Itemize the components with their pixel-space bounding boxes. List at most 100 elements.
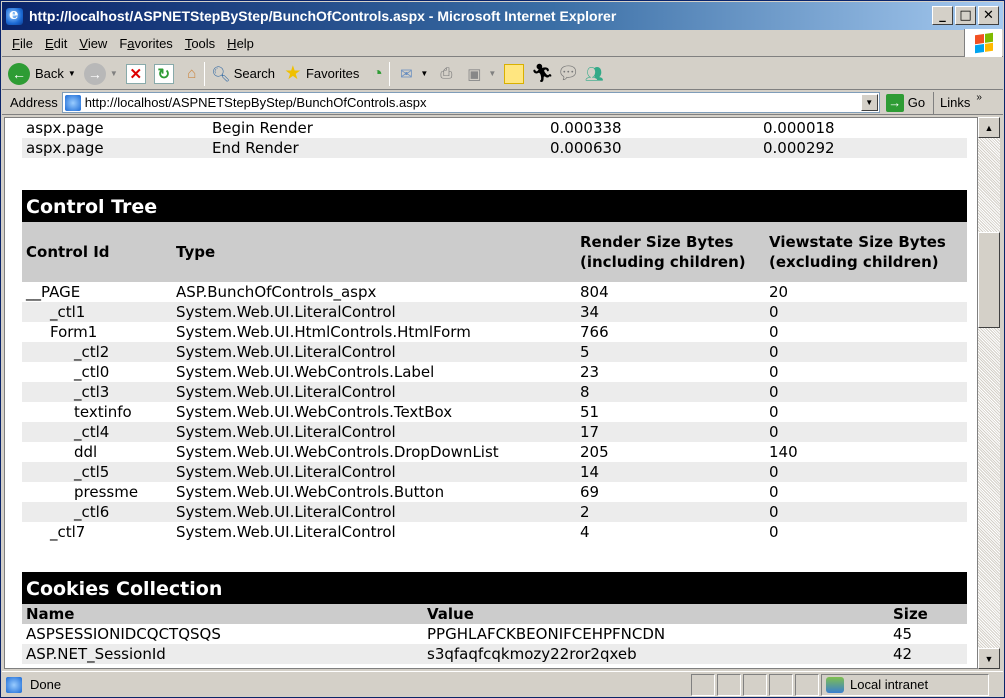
- table-row: aspx.page End Render 0.000630 0.000292: [22, 138, 967, 158]
- table-row: _ctl0 System.Web.UI.WebControls.Label 23 0: [22, 362, 967, 382]
- history-icon[interactable]: ◔: [367, 63, 387, 84]
- star-icon: ★: [284, 63, 302, 84]
- table-row: _ctl5 System.Web.UI.LiteralControl 14 0: [22, 462, 967, 482]
- control-type: System.Web.UI.HtmlControls.HtmlForm: [176, 323, 471, 341]
- table-row: ddl System.Web.UI.WebControls.DropDownLis…: [22, 442, 967, 462]
- control-viewstate: 0: [769, 363, 779, 381]
- control-id: _ctl4: [74, 423, 110, 441]
- address-label: Address: [10, 95, 58, 110]
- search-icon: 🔍︎: [211, 65, 231, 83]
- table-row: _ctl2 System.Web.UI.LiteralControl 5 0: [22, 342, 967, 362]
- control-type: System.Web.UI.LiteralControl: [176, 343, 396, 361]
- aim-runner-icon[interactable]: 🏃︎: [531, 63, 554, 84]
- control-render: 17: [580, 423, 600, 441]
- control-render: 69: [580, 483, 600, 501]
- control-id: _ctl2: [74, 343, 110, 361]
- menu-view[interactable]: View: [79, 36, 107, 51]
- control-render: 8: [580, 383, 590, 401]
- forward-button[interactable]: → ▼: [83, 62, 118, 85]
- scroll-up-button[interactable]: ▲: [978, 117, 1000, 138]
- print-icon[interactable]: ⎙: [436, 64, 456, 84]
- control-viewstate: 0: [769, 523, 779, 541]
- control-id: _ctl3: [74, 383, 110, 401]
- control-type: System.Web.UI.LiteralControl: [176, 503, 396, 521]
- control-tree-title: Control Tree: [22, 190, 967, 222]
- control-id: _ctl5: [74, 463, 110, 481]
- control-id: _ctl1: [50, 303, 86, 321]
- control-viewstate: 0: [769, 403, 779, 421]
- page-status-icon: [6, 676, 22, 693]
- windows-logo-icon: [964, 29, 1002, 57]
- window-title: http://localhost/ASPNETStepByStep/BunchO…: [29, 8, 617, 24]
- control-type: System.Web.UI.WebControls.Button: [176, 483, 445, 501]
- control-type: ASP.BunchOfControls_aspx: [176, 283, 377, 301]
- edit-dropdown-icon[interactable]: ▼: [488, 69, 496, 78]
- note-icon[interactable]: [504, 63, 525, 84]
- control-viewstate: 0: [769, 383, 779, 401]
- address-input[interactable]: http://localhost/ASPNETStepByStep/BunchO…: [61, 92, 880, 113]
- menu-edit[interactable]: Edit: [45, 36, 67, 51]
- control-id: _ctl0: [74, 363, 110, 381]
- messenger-icon[interactable]: 👥︎: [584, 64, 604, 84]
- control-id: ddl: [74, 443, 98, 461]
- back-button[interactable]: ← Back ▼: [8, 62, 76, 85]
- page-content: aspx.page aspx.pageBegin Render0.0003380…: [4, 117, 978, 669]
- browser-window: http://localhost/ASPNETStepByStep/BunchO…: [0, 0, 1005, 698]
- back-arrow-icon: ←: [8, 62, 30, 85]
- table-header: Control Id Type Render Size Bytes (inclu…: [22, 222, 967, 282]
- forward-arrow-icon: →: [83, 62, 106, 85]
- address-dropdown-button[interactable]: ▼: [860, 94, 878, 111]
- control-viewstate: 0: [769, 483, 779, 501]
- forward-dropdown-icon[interactable]: ▼: [110, 69, 118, 78]
- table-row: ASP.NET_SessionId s3qfaqfcqkmozy22ror2qxe…: [22, 644, 967, 664]
- discuss-icon[interactable]: 💬︎: [557, 63, 580, 84]
- mail-icon[interactable]: ✉: [396, 64, 416, 84]
- back-dropdown-icon[interactable]: ▼: [68, 69, 76, 78]
- minimize-button[interactable]: _: [932, 6, 953, 25]
- vertical-scrollbar[interactable]: ▲ ▼: [978, 117, 1000, 669]
- control-id: __PAGE: [26, 283, 81, 301]
- menu-file[interactable]: File: [12, 36, 33, 51]
- close-button[interactable]: ✕: [978, 6, 999, 25]
- table-row: pressme System.Web.UI.WebControls.Button 6…: [22, 482, 967, 502]
- refresh-icon[interactable]: ↻: [153, 63, 174, 84]
- control-id: pressme: [74, 483, 139, 501]
- menu-help[interactable]: Help: [227, 36, 254, 51]
- control-type: System.Web.UI.WebControls.TextBox: [176, 403, 453, 421]
- menu-tools[interactable]: Tools: [185, 36, 215, 51]
- ie-icon: [6, 5, 23, 25]
- title-bar: http://localhost/ASPNETStepByStep/BunchO…: [2, 2, 1003, 30]
- control-render: 766: [580, 323, 609, 341]
- control-render: 804: [580, 283, 609, 301]
- maximize-button[interactable]: □: [955, 6, 976, 25]
- home-icon[interactable]: ⌂: [182, 64, 202, 84]
- scroll-thumb[interactable]: [978, 232, 1000, 328]
- menu-bar: File Edit View Favorites Tools Help: [2, 31, 1003, 57]
- menu-favorites[interactable]: Favorites: [119, 36, 172, 51]
- stop-icon[interactable]: ✕: [125, 63, 146, 84]
- control-type: System.Web.UI.LiteralControl: [176, 383, 396, 401]
- column-header: Size: [893, 605, 928, 623]
- cookies-table: Cookies Collection Name Value Size ASPSE…: [22, 572, 967, 664]
- control-type: System.Web.UI.WebControls.Label: [176, 363, 435, 381]
- status-bar: Done Local intranet: [2, 671, 1003, 697]
- mail-dropdown-icon[interactable]: ▼: [420, 69, 428, 78]
- control-type: System.Web.UI.LiteralControl: [176, 423, 396, 441]
- column-header: Control Id: [26, 243, 110, 261]
- control-viewstate: 0: [769, 503, 779, 521]
- search-button[interactable]: 🔍︎ Search: [211, 64, 275, 84]
- column-header: Name: [26, 605, 75, 623]
- table-row: Form1 System.Web.UI.HtmlControls.HtmlForm…: [22, 322, 967, 342]
- scroll-down-button[interactable]: ▼: [978, 648, 1000, 669]
- links-button[interactable]: Links »: [933, 91, 982, 114]
- favorites-button[interactable]: ★ Favorites: [283, 63, 359, 84]
- table-row: _ctl7 System.Web.UI.LiteralControl 4 0: [22, 522, 967, 542]
- control-viewstate: 0: [769, 323, 779, 341]
- address-value: http://localhost/ASPNETStepByStep/BunchO…: [84, 95, 427, 110]
- table-row: _ctl1 System.Web.UI.LiteralControl 34 0: [22, 302, 967, 322]
- table-row: _ctl3 System.Web.UI.LiteralControl 8 0: [22, 382, 967, 402]
- edit-icon[interactable]: ▣: [464, 64, 484, 84]
- go-button[interactable]: → Go: [885, 93, 925, 112]
- control-viewstate: 0: [769, 423, 779, 441]
- column-header: Value: [427, 605, 474, 623]
